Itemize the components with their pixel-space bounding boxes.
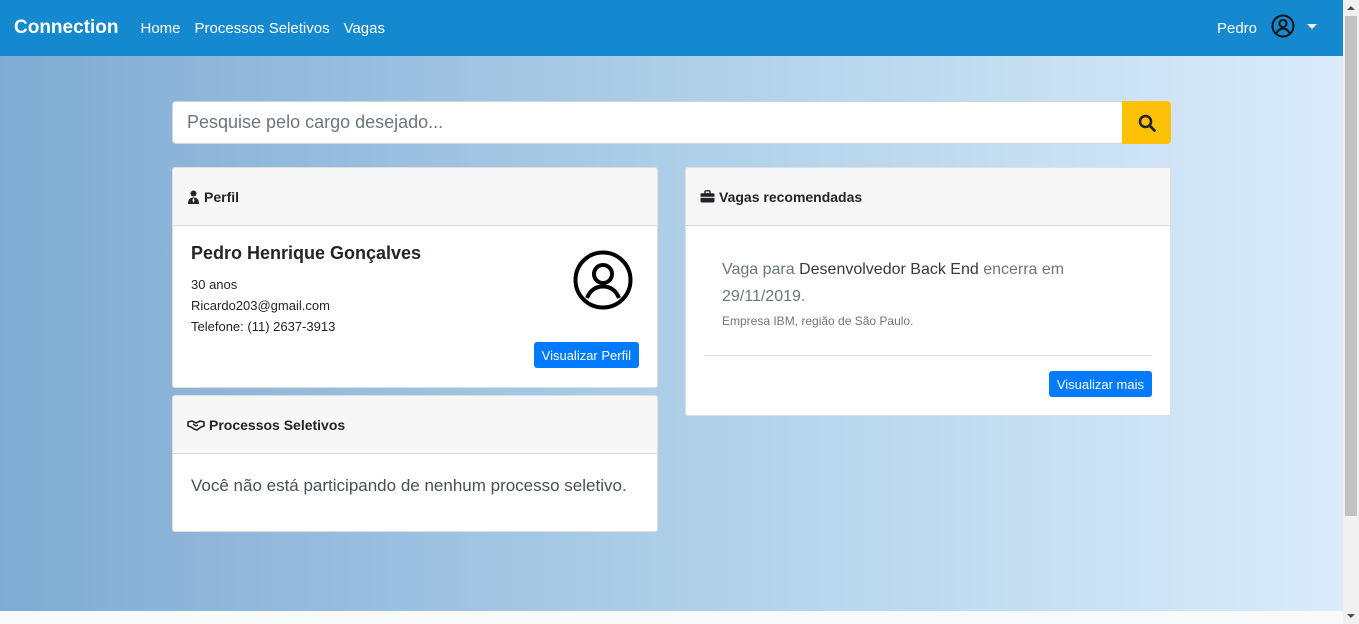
view-more-button[interactable]: Visualizar mais [1048, 371, 1152, 397]
chevron-down-icon[interactable] [1307, 23, 1317, 29]
job-recommendation: Vaga para Desenvolvedor Back End encerra… [686, 226, 1170, 415]
view-profile-button[interactable]: Visualizar Perfil [533, 342, 639, 368]
profile-age: 30 anos [191, 277, 238, 292]
search-input[interactable] [172, 101, 1122, 144]
briefcase-icon [700, 190, 715, 203]
job-role: Desenvolvedor Back End [799, 261, 979, 278]
profile-name: Pedro Henrique Gonçalves [191, 243, 422, 263]
page-bottom-strip [0, 611, 1343, 624]
processes-header-title: Processos Seletivos [209, 416, 346, 433]
scroll-down-icon[interactable] [1347, 614, 1355, 618]
scrollbar-thumb[interactable] [1345, 16, 1357, 516]
profile-header-title: Perfil [204, 188, 240, 205]
job-company: Empresa IBM, região de São Paulo. [722, 314, 914, 328]
profile-email: Ricardo203@gmail.com [191, 298, 330, 313]
processes-empty-message: Você não está participando de nenhum pro… [191, 476, 627, 495]
scrollbar[interactable] [1343, 0, 1359, 624]
nav-link-home[interactable]: Home [141, 20, 181, 37]
processes-card-header: Processos Seletivos [173, 396, 657, 454]
profile-card-header: Perfil [173, 168, 657, 226]
user-circle-icon[interactable] [1271, 14, 1295, 42]
user-tie-icon [187, 190, 200, 204]
scroll-up-icon[interactable] [1347, 6, 1355, 10]
search-button[interactable] [1122, 101, 1171, 144]
recommended-jobs-card: Vagas recomendadas Vaga para Desenvolved… [685, 167, 1171, 416]
profile-body: Pedro Henrique Gonçalves 30 anos Ricardo… [173, 226, 657, 368]
job-suffix: encerra em [978, 261, 1065, 278]
processes-card: Processos Seletivos Você não está partic… [172, 395, 658, 532]
profile-phone: Telefone: (11) 2637-3913 [191, 319, 336, 334]
job-closing-date: 29/11/2019. [722, 288, 806, 305]
jobs-card-header: Vagas recomendadas [686, 168, 1170, 226]
handshake-icon [187, 419, 205, 431]
search-icon [1138, 114, 1156, 132]
divider [704, 355, 1152, 356]
nav-link-vagas[interactable]: Vagas [344, 20, 385, 37]
avatar-icon [573, 250, 633, 315]
user-name[interactable]: Pedro [1217, 20, 1257, 37]
user-menu[interactable]: Pedro [1217, 14, 1329, 42]
profile-card: Perfil Pedro Henrique Gonçalves 30 anos … [172, 167, 658, 388]
brand-logo[interactable]: Connection [14, 17, 119, 39]
search-bar [172, 101, 1171, 144]
top-navbar: Connection Home Processos Seletivos Vaga… [0, 0, 1343, 56]
jobs-header-title: Vagas recomendadas [719, 188, 863, 205]
nav-link-processos-seletivos[interactable]: Processos Seletivos [195, 20, 330, 37]
job-description: Vaga para Desenvolvedor Back End encerra… [722, 256, 1152, 283]
job-prefix: Vaga para [722, 261, 800, 278]
